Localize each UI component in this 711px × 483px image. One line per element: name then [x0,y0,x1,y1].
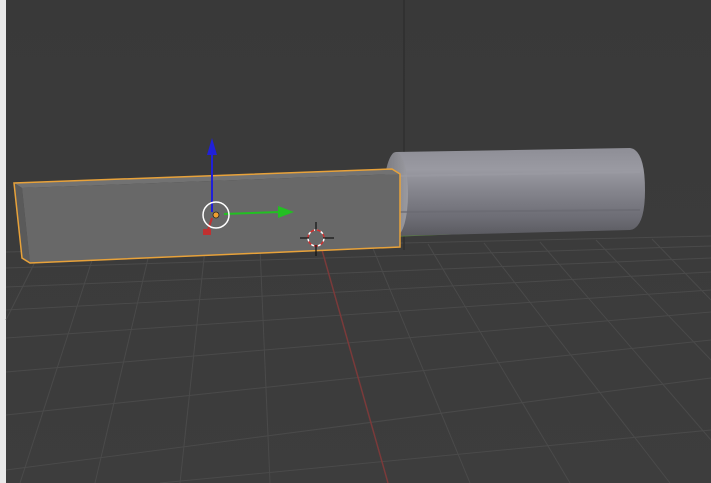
3d-viewport[interactable] [0,0,711,483]
cube-object-selected[interactable] [13,168,401,264]
floor-grid [5,235,711,483]
world-x-axis [321,249,389,483]
viewport-scene[interactable] [0,0,711,483]
object-origin-icon [212,211,220,219]
cylinder-object[interactable] [384,148,645,236]
